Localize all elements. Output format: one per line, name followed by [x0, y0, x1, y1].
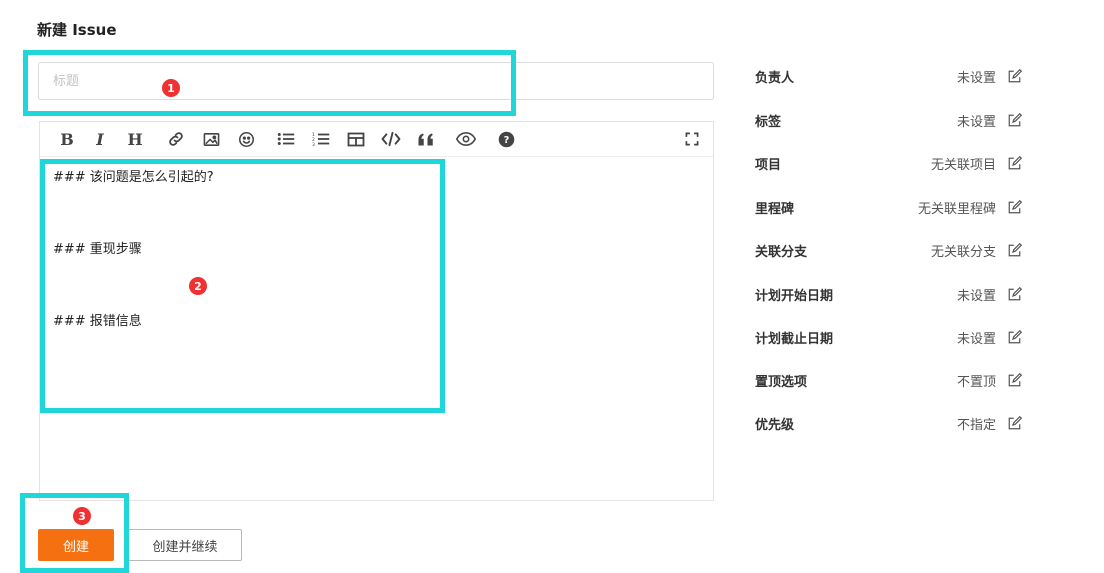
- sidebar-item-value: 无关联里程碑: [917, 201, 996, 217]
- sidebar-item-labels: 标签 未设置: [755, 110, 1030, 130]
- edit-icon[interactable]: [1005, 67, 1023, 85]
- eye-icon: [456, 132, 476, 146]
- italic-button[interactable]: I: [88, 128, 112, 150]
- ordered-list-icon: 123: [312, 132, 330, 147]
- table-icon: [347, 132, 365, 146]
- image-icon: [203, 132, 219, 146]
- sidebar-item-project: 项目 无关联项目: [755, 153, 1030, 173]
- sidebar-item-label: 负责人: [755, 70, 795, 86]
- bold-icon: B: [60, 129, 74, 149]
- title-input[interactable]: [38, 62, 714, 100]
- editor-toolbar: B I H 123 ?: [40, 122, 713, 157]
- sidebar-item-label: 优先级: [755, 417, 795, 433]
- emoji-icon: [238, 131, 254, 147]
- annotation-marker: 2: [189, 277, 207, 295]
- preview-button[interactable]: [454, 128, 478, 150]
- sidebar-item-value: 未设置: [956, 331, 996, 347]
- sidebar-item-label: 置顶选项: [755, 374, 808, 390]
- sidebar-item-value: 未设置: [956, 70, 996, 86]
- sidebar-item-value: 未设置: [956, 288, 996, 304]
- svg-text:2: 2: [312, 137, 315, 143]
- sidebar-item-label: 关联分支: [755, 244, 808, 260]
- sidebar-item-pin: 置顶选项 不置顶: [755, 370, 1030, 390]
- sidebar-item-label: 计划开始日期: [755, 288, 834, 304]
- page-title: 新建 Issue: [37, 21, 117, 39]
- fullscreen-icon: [685, 132, 699, 146]
- emoji-button[interactable]: [234, 128, 258, 150]
- markdown-editor: B I H 123 ? ### 该问题是怎么引起的? ### 重现步骤 ### …: [39, 121, 714, 501]
- ordered-list-button[interactable]: 123: [309, 128, 333, 150]
- create-and-continue-button[interactable]: 创建并继续: [128, 529, 242, 561]
- sidebar-item-label: 项目: [755, 157, 782, 173]
- sidebar-item-milestone: 里程碑 无关联里程碑: [755, 197, 1030, 217]
- editor-line: ### 重现步骤: [53, 242, 142, 257]
- editor-content[interactable]: ### 该问题是怎么引起的? ### 重现步骤 ### 报错信息: [40, 157, 713, 343]
- quote-button[interactable]: [414, 128, 438, 150]
- edit-icon[interactable]: [1005, 285, 1023, 303]
- sidebar-item-label: 计划截止日期: [755, 331, 834, 347]
- help-icon: ?: [498, 131, 514, 147]
- edit-icon[interactable]: [1005, 111, 1023, 129]
- sidebar-item-branch: 关联分支 无关联分支: [755, 240, 1030, 260]
- create-button[interactable]: 创建: [38, 529, 114, 561]
- heading-button[interactable]: H: [123, 128, 147, 150]
- svg-text:3: 3: [312, 142, 315, 147]
- sidebar-item-value: 无关联分支: [930, 244, 996, 260]
- sidebar-item-start-date: 计划开始日期 未设置: [755, 284, 1030, 304]
- code-button[interactable]: [379, 128, 403, 150]
- heading-icon: H: [127, 129, 143, 149]
- edit-icon[interactable]: [1005, 371, 1023, 389]
- sidebar-item-label: 标签: [755, 114, 782, 130]
- code-icon: [381, 131, 401, 147]
- svg-text:?: ?: [503, 135, 509, 146]
- edit-icon[interactable]: [1005, 414, 1023, 432]
- quote-icon: [418, 133, 433, 145]
- sidebar-item-value: 无关联项目: [930, 157, 996, 173]
- table-button[interactable]: [344, 128, 368, 150]
- edit-icon[interactable]: [1005, 198, 1023, 216]
- annotation-marker: 3: [73, 507, 91, 525]
- sidebar-item-label: 里程碑: [755, 201, 795, 217]
- bold-button[interactable]: B: [55, 128, 79, 150]
- sidebar-item-value: 不指定: [956, 417, 996, 433]
- link-button[interactable]: [164, 128, 188, 150]
- fullscreen-button[interactable]: [680, 128, 704, 150]
- edit-icon[interactable]: [1005, 328, 1023, 346]
- svg-text:1: 1: [312, 132, 315, 138]
- italic-icon: I: [96, 129, 104, 149]
- sidebar-item-value: 未设置: [956, 114, 996, 130]
- sidebar-item-priority: 优先级 不指定: [755, 413, 1030, 433]
- editor-line: ### 报错信息: [53, 314, 142, 329]
- image-button[interactable]: [199, 128, 223, 150]
- annotation-marker: 1: [162, 79, 180, 97]
- edit-icon[interactable]: [1005, 154, 1023, 172]
- link-icon: [169, 132, 183, 146]
- edit-icon[interactable]: [1005, 241, 1023, 259]
- bullet-list-button[interactable]: [274, 128, 298, 150]
- bullet-list-icon: [277, 133, 295, 145]
- sidebar-item-due-date: 计划截止日期 未设置: [755, 327, 1030, 347]
- help-button[interactable]: ?: [494, 128, 518, 150]
- editor-line: ### 该问题是怎么引起的?: [53, 170, 214, 185]
- sidebar-item-value: 不置顶: [956, 374, 996, 390]
- sidebar-item-assignee: 负责人 未设置: [755, 66, 1030, 86]
